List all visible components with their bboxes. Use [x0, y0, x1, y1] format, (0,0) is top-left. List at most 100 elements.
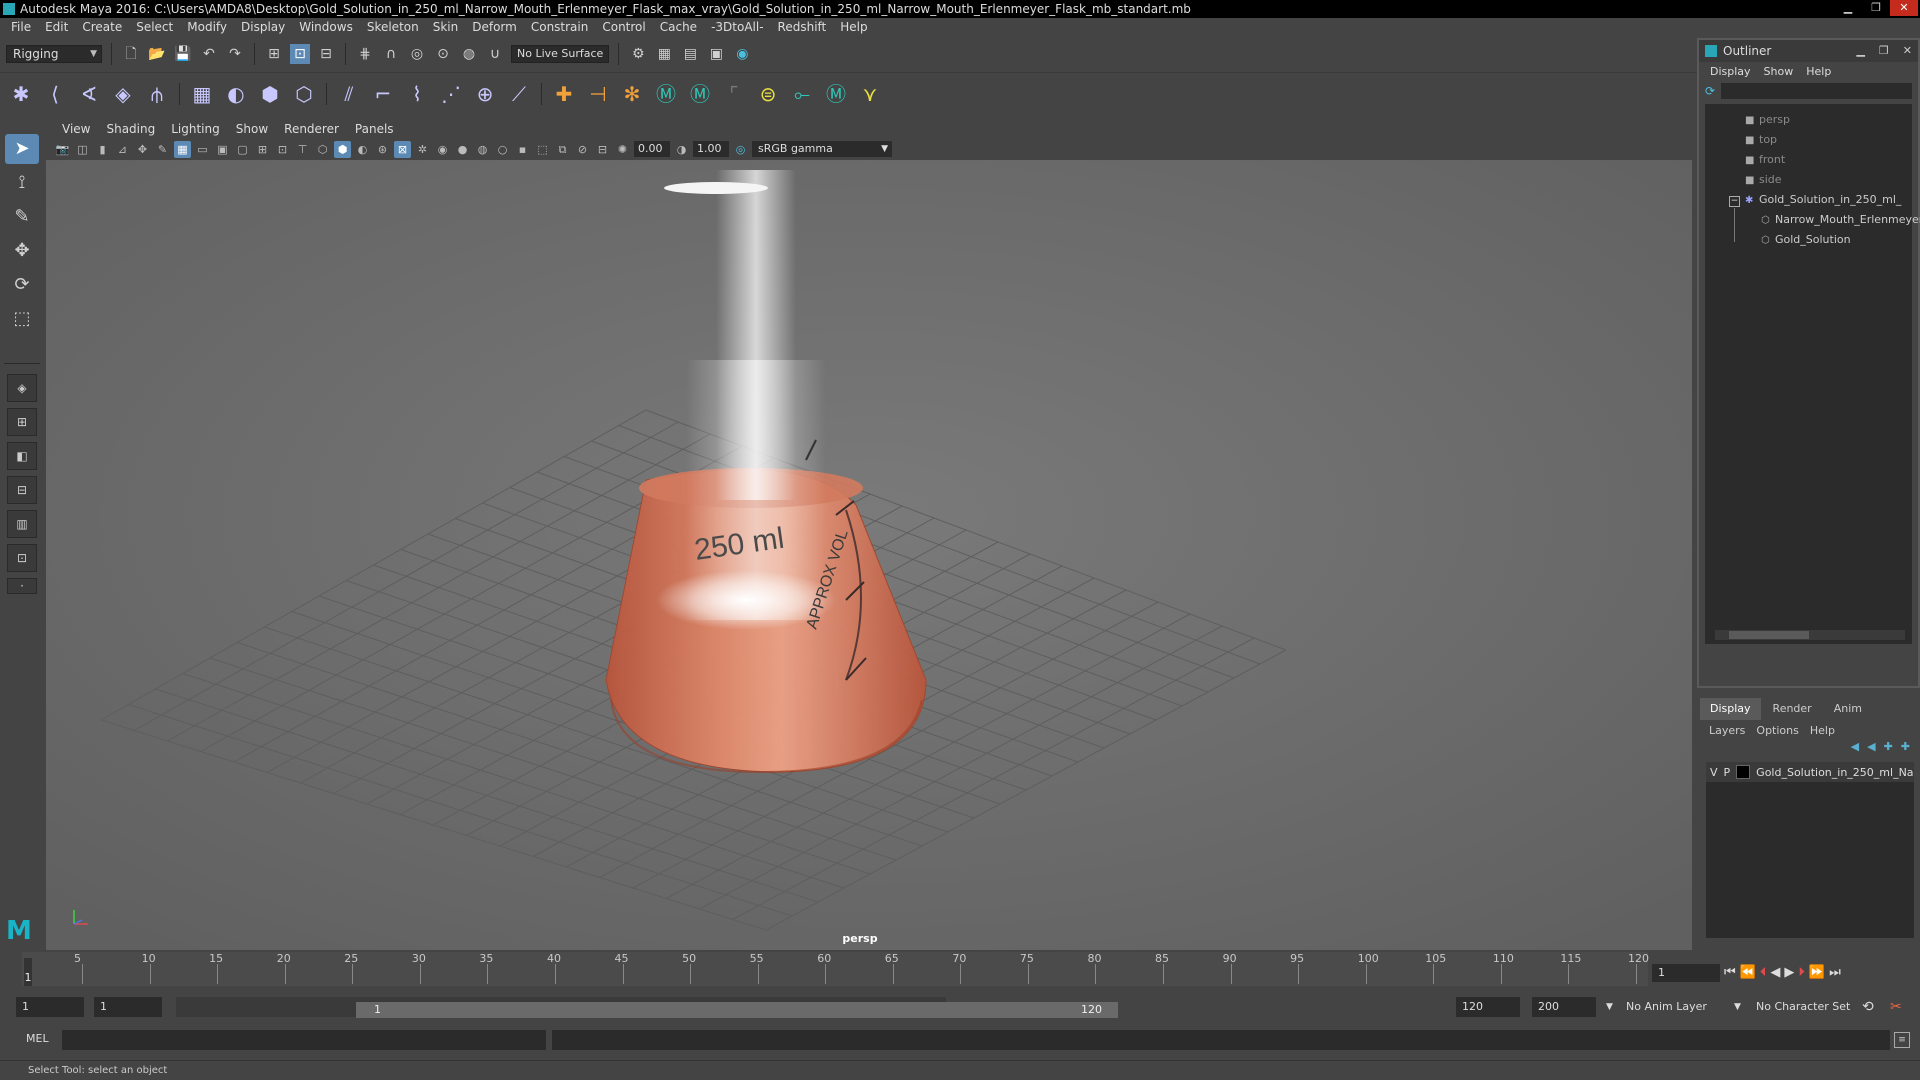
single-pane-layout-icon[interactable]: ◈	[7, 374, 37, 402]
render-settings-icon[interactable]: ⚙	[628, 44, 648, 64]
outliner-item-flask[interactable]: ⬡ Narrow_Mouth_Erlenmeyer	[1761, 210, 1920, 230]
joint-tool-icon[interactable]: ✱	[6, 79, 36, 109]
snap-point-icon[interactable]: ◎	[407, 44, 427, 64]
go-to-end-icon[interactable]: ⏭	[1829, 965, 1841, 980]
mirror-joint-icon[interactable]: ⫛	[142, 79, 172, 109]
textured-icon[interactable]: ⊠	[394, 140, 411, 158]
rotate-tool-icon[interactable]: ⟳	[5, 270, 39, 300]
magnet-icon[interactable]: ∪	[485, 44, 505, 64]
play-forwards-icon[interactable]: ▶	[1784, 965, 1794, 980]
time-slider[interactable]: 5 10 15 20 25 30 35 40 45 50 55 60 65 70 75 80 85 90 95 100…	[22, 952, 1649, 986]
open-scene-icon[interactable]: 📂	[147, 44, 167, 64]
camera-select-icon[interactable]: 📷	[54, 141, 71, 158]
outliner-item-group[interactable]: ✱ Gold_Solution_in_250_ml_	[1745, 190, 1901, 210]
step-forward-frame-icon[interactable]: ⏵	[1798, 965, 1805, 980]
resolution-gate-icon[interactable]: ▣	[214, 141, 231, 158]
xray-icon[interactable]: ⧉	[554, 141, 571, 158]
layer-menu-layers[interactable]: Layers	[1706, 724, 1753, 737]
auto-key-icon[interactable]: ⟲	[1862, 997, 1874, 1017]
new-layer-selected-icon[interactable]: ✚	[1901, 740, 1910, 760]
move-tool-icon[interactable]: ✥	[5, 236, 39, 266]
play-backwards-icon[interactable]: ◀	[1770, 965, 1780, 980]
camera-attributes-icon[interactable]: ◫	[74, 141, 91, 158]
screen-space-ao-icon[interactable]: ●	[454, 141, 471, 158]
two-d-pan-icon[interactable]: ✥	[134, 141, 151, 158]
gate-mask-icon[interactable]: ▢	[234, 141, 251, 158]
outliner-maximize-button[interactable]: ❐	[1879, 40, 1889, 62]
menu-select[interactable]: Select	[129, 20, 180, 34]
anim-layer-field[interactable]: No Anim Layer	[1626, 997, 1707, 1017]
smooth-shade-icon[interactable]: ⬢	[334, 140, 351, 158]
perspective-viewport[interactable]: 250 ml APPROX VOL	[46, 160, 1692, 950]
wireframe-icon[interactable]: ⬡	[314, 141, 331, 158]
geometry-constraint-icon[interactable]: ⊜	[753, 79, 783, 109]
grid-toggle-icon[interactable]: ▦	[174, 140, 191, 158]
menu-3dtoall[interactable]: -3DtoAll-	[704, 20, 770, 34]
menu-help[interactable]: Help	[833, 20, 874, 34]
snap-grid-icon[interactable]: ⋕	[355, 44, 375, 64]
scale-constraint-icon[interactable]: Ⓜ	[685, 79, 715, 109]
panel-menu-renderer[interactable]: Renderer	[276, 122, 347, 136]
exposure-field[interactable]: 0.00	[634, 141, 670, 157]
tangent-constraint-icon[interactable]: Ⓜ	[821, 79, 851, 109]
lasso-tool-icon[interactable]: ⟟	[5, 168, 39, 198]
hypershade-icon[interactable]: ◉	[732, 44, 752, 64]
playback-end-field[interactable]: 120	[1456, 997, 1520, 1017]
refresh-icon[interactable]: ⟳	[1705, 84, 1715, 98]
go-to-bind-pose-icon[interactable]: ⟋	[504, 79, 534, 109]
menu-display[interactable]: Display	[234, 20, 292, 34]
four-pane-layout-icon[interactable]: ⊞	[7, 408, 37, 436]
step-forward-key-icon[interactable]: ⏩	[1809, 965, 1825, 980]
cluster-icon[interactable]: ◐	[221, 79, 251, 109]
current-time-indicator[interactable]: 1	[24, 958, 32, 986]
field-chart-icon[interactable]: ⊞	[254, 141, 271, 158]
character-set-field[interactable]: No Character Set	[1756, 997, 1850, 1017]
select-object-icon[interactable]: ⊡	[290, 44, 310, 64]
layer-menu-help[interactable]: Help	[1807, 724, 1843, 737]
outliner-menu-help[interactable]: Help	[1801, 65, 1839, 78]
outliner-menu-show[interactable]: Show	[1759, 65, 1802, 78]
menu-create[interactable]: Create	[75, 20, 129, 34]
graph-persp-layout-icon[interactable]: ▥	[7, 510, 37, 538]
snap-curve-icon[interactable]: ∩	[381, 44, 401, 64]
scale-tool-icon[interactable]: ⬚	[5, 304, 39, 334]
tab-display[interactable]: Display	[1700, 698, 1761, 720]
ipr-render-icon[interactable]: ▤	[680, 44, 700, 64]
safe-title-icon[interactable]: ⊤	[294, 141, 311, 158]
shadows-icon[interactable]: ◉	[434, 141, 451, 158]
menu-modify[interactable]: Modify	[180, 20, 234, 34]
close-button[interactable]: ✕	[1890, 0, 1918, 16]
panel-menu-shading[interactable]: Shading	[98, 122, 163, 136]
wireframe-on-shaded-icon[interactable]: ⊛	[374, 141, 391, 158]
select-hierarchy-icon[interactable]: ⊞	[264, 44, 284, 64]
move-layer-down-icon[interactable]: ◀	[1867, 740, 1875, 760]
bookmark-icon[interactable]: ▮	[94, 141, 111, 158]
layer-row[interactable]: V P Gold_Solution_in_250_ml_Na	[1706, 762, 1914, 782]
new-layer-icon[interactable]: ✚	[1884, 740, 1893, 760]
xray-joints-icon[interactable]: ⊘	[574, 141, 591, 158]
select-component-icon[interactable]: ⊟	[316, 44, 336, 64]
anim-end-field[interactable]: 200	[1532, 997, 1596, 1017]
outliner-item-side[interactable]: ■ side	[1745, 170, 1782, 190]
bind-skin-icon[interactable]: ⫽	[334, 79, 364, 109]
menu-redshift[interactable]: Redshift	[771, 20, 834, 34]
anim-start-field[interactable]: 1	[16, 997, 84, 1017]
step-back-frame-icon[interactable]: ⏴	[1760, 965, 1767, 980]
grease-pencil-icon[interactable]: ✎	[154, 141, 171, 158]
layer-visibility-toggle[interactable]: V	[1710, 766, 1718, 779]
menu-windows[interactable]: Windows	[292, 20, 360, 34]
two-pane-layout-icon[interactable]: ◧	[7, 442, 37, 470]
layer-playback-toggle[interactable]: P	[1724, 766, 1731, 779]
script-shelf-icon[interactable]: ⋎	[855, 79, 885, 109]
layer-menu-options[interactable]: Options	[1753, 724, 1806, 737]
render-frame-icon[interactable]: ▦	[654, 44, 674, 64]
multisample-aa-icon[interactable]: ○	[494, 141, 511, 158]
current-frame-field[interactable]: 1	[1652, 964, 1720, 982]
menu-file[interactable]: File	[4, 20, 38, 34]
motion-blur-icon[interactable]: ◍	[474, 141, 491, 158]
snap-view-icon[interactable]: ⊙	[433, 44, 453, 64]
minimize-button[interactable]: ▁	[1834, 0, 1862, 16]
depth-of-field-icon[interactable]: ▪	[514, 141, 531, 158]
paint-weights-icon[interactable]: ⌇	[402, 79, 432, 109]
gamma-field[interactable]: 1.00	[693, 141, 729, 157]
